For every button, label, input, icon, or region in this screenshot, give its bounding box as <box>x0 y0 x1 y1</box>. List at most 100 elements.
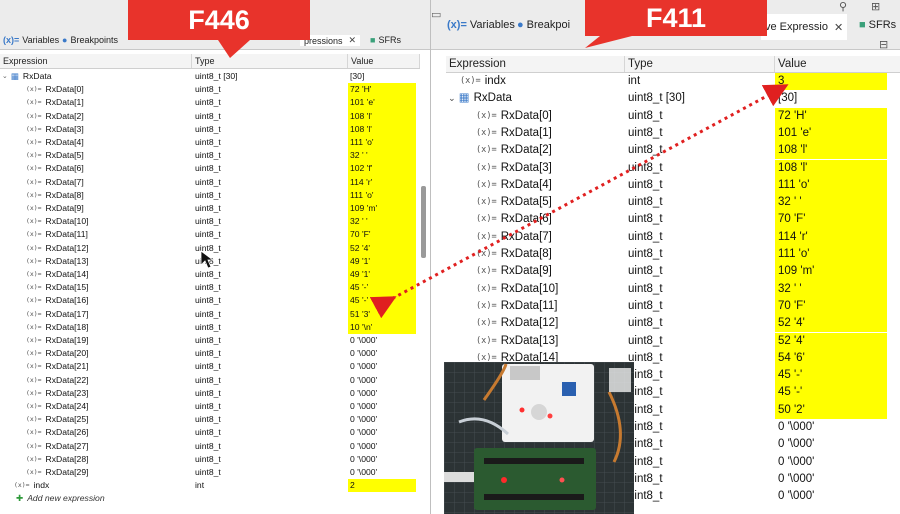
value-cell[interactable]: 51 '3' <box>348 307 416 321</box>
value-cell[interactable]: 0 '\000' <box>348 440 416 453</box>
value-cell[interactable]: 109 'm' <box>348 202 416 216</box>
table-row[interactable]: (x)= RxData[25] uint8_t 0 '\000' <box>0 413 416 426</box>
table-row[interactable]: (x)= RxData[22] uint8_t 0 '\000' <box>0 374 416 387</box>
table-row[interactable]: (x)= RxData[15] uint8_t 45 '-' <box>0 281 416 295</box>
value-cell[interactable]: [30] <box>775 90 887 107</box>
left-scrollbar[interactable] <box>421 186 426 258</box>
value-cell[interactable]: 70 'F' <box>348 228 416 242</box>
left-col-value[interactable]: Value <box>348 54 420 68</box>
table-row[interactable]: (x)= RxData[10] uint8_t 32 ' ' <box>446 280 887 298</box>
right-tab-sfrs[interactable]: ■ SFRs <box>859 19 896 31</box>
table-row[interactable]: (x)= RxData[29] uint8_t 0 '\000' <box>0 466 416 479</box>
table-row[interactable]: (x)= RxData[0] uint8_t 72 'H' <box>0 83 416 97</box>
table-row[interactable]: (x)= RxData[1] uint8_t 101 'e' <box>446 124 887 143</box>
table-row[interactable]: (x)= RxData[5] uint8_t 32 ' ' <box>0 149 416 163</box>
table-row[interactable]: (x)= RxData[6] uint8_t 70 'F' <box>446 211 887 229</box>
value-cell[interactable]: 0 '\000' <box>348 466 416 479</box>
value-cell[interactable]: 52 '4' <box>348 241 416 255</box>
value-cell[interactable]: 72 'H' <box>775 107 887 125</box>
table-row[interactable]: (x)= RxData[13] uint8_t 52 '4' <box>446 332 887 350</box>
table-row[interactable]: (x)= RxData[17] uint8_t 51 '3' <box>0 307 416 321</box>
table-row[interactable]: (x)= indx int 3 <box>446 73 887 91</box>
value-cell[interactable]: 0 '\000' <box>775 436 887 453</box>
right-tab-breakpoints[interactable]: ● Breakpoi <box>517 19 570 31</box>
table-row[interactable]: (x)= RxData[12] uint8_t 52 '4' <box>0 241 416 255</box>
value-cell[interactable]: 101 'e' <box>775 124 887 143</box>
value-cell[interactable]: 111 'o' <box>348 188 416 202</box>
table-row[interactable]: (x)= RxData[12] uint8_t 52 '4' <box>446 315 887 333</box>
table-row[interactable]: (x)= RxData[23] uint8_t 0 '\000' <box>0 387 416 400</box>
table-row[interactable]: (x)= RxData[4] uint8_t 111 'o' <box>446 176 887 195</box>
right-tab-variables[interactable]: (x)= Variables <box>447 19 515 31</box>
value-cell[interactable]: 3 <box>775 73 887 91</box>
left-tab-variables[interactable]: (x)= Variables <box>3 35 59 45</box>
value-cell[interactable]: 10 '\n' <box>348 320 416 334</box>
table-row[interactable]: (x)= RxData[20] uint8_t 0 '\000' <box>0 347 416 360</box>
value-cell[interactable]: 49 '1' <box>348 268 416 282</box>
value-cell[interactable]: 49 '1' <box>348 254 416 268</box>
table-row[interactable]: (x)= RxData[24] uint8_t 0 '\000' <box>0 400 416 413</box>
value-cell[interactable]: 70 'F' <box>775 297 887 316</box>
value-cell[interactable]: 45 '-' <box>348 294 416 308</box>
tree-group-row[interactable]: ⌄ ▦ RxData uint8_t [30] [30] <box>446 90 887 107</box>
table-row[interactable]: (x)= RxData[8] uint8_t 111 'o' <box>0 188 416 202</box>
value-cell[interactable]: 109 'm' <box>775 263 887 281</box>
value-cell[interactable]: 0 '\000' <box>775 454 887 471</box>
value-cell[interactable]: 50 '2' <box>775 401 887 419</box>
table-row[interactable]: (x)= RxData[5] uint8_t 32 ' ' <box>446 194 887 212</box>
table-row[interactable]: (x)= RxData[27] uint8_t 0 '\000' <box>0 440 416 453</box>
value-cell[interactable]: 0 '\000' <box>348 413 416 426</box>
table-row[interactable]: (x)= RxData[9] uint8_t 109 'm' <box>446 263 887 281</box>
left-col-type[interactable]: Type <box>192 54 348 68</box>
table-row[interactable]: (x)= RxData[2] uint8_t 108 'l' <box>446 142 887 160</box>
minimize-icon[interactable]: ▭ <box>431 8 441 21</box>
value-cell[interactable]: 114 'r' <box>348 175 416 189</box>
add-new-expression[interactable]: Add new expression <box>27 492 104 505</box>
close-icon[interactable]: ✕ <box>834 21 843 34</box>
value-cell[interactable]: 0 '\000' <box>348 360 416 373</box>
table-row[interactable]: (x)= RxData[3] uint8_t 108 'l' <box>446 159 887 177</box>
value-cell[interactable]: 32 ' ' <box>775 194 887 212</box>
right-col-type[interactable]: Type <box>625 56 775 72</box>
table-row[interactable]: (x)= RxData[10] uint8_t 32 ' ' <box>0 215 416 229</box>
table-row[interactable]: (x)= RxData[1] uint8_t 101 'e' <box>0 96 416 110</box>
table-row[interactable]: (x)= RxData[11] uint8_t 70 'F' <box>446 297 887 316</box>
table-row[interactable]: (x)= indx int 2 <box>0 479 416 493</box>
table-row[interactable]: (x)= RxData[7] uint8_t 114 'r' <box>0 175 416 189</box>
value-cell[interactable]: 72 'H' <box>348 83 416 97</box>
tree-group-row[interactable]: ⌄ ▦ RxData uint8_t [30] [30] <box>0 70 416 83</box>
table-row[interactable]: (x)= RxData[18] uint8_t 10 '\n' <box>0 320 416 334</box>
table-row[interactable]: ✚ Add new expression <box>0 492 192 505</box>
value-cell[interactable]: 0 '\000' <box>348 387 416 400</box>
value-cell[interactable]: 0 '\000' <box>348 400 416 413</box>
value-cell[interactable]: 2 <box>348 479 416 493</box>
value-cell[interactable]: 108 'l' <box>775 159 887 177</box>
value-cell[interactable]: 108 'l' <box>348 122 416 136</box>
value-cell[interactable]: 0 '\000' <box>348 426 416 439</box>
value-cell[interactable]: 102 'f' <box>348 162 416 176</box>
table-row[interactable]: (x)= RxData[6] uint8_t 102 'f' <box>0 162 416 176</box>
table-row[interactable]: (x)= RxData[9] uint8_t 109 'm' <box>0 202 416 216</box>
table-row[interactable]: (x)= RxData[16] uint8_t 45 '-' <box>0 294 416 308</box>
value-cell[interactable]: 111 'o' <box>775 176 887 195</box>
value-cell[interactable]: 32 ' ' <box>775 280 887 298</box>
table-row[interactable]: (x)= RxData[11] uint8_t 70 'F' <box>0 228 416 242</box>
table-row[interactable]: (x)= RxData[8] uint8_t 111 'o' <box>446 246 887 264</box>
value-cell[interactable]: 54 '6' <box>775 349 887 368</box>
table-row[interactable]: (x)= RxData[2] uint8_t 108 'l' <box>0 109 416 123</box>
search-icon[interactable]: ⚲ <box>839 0 847 13</box>
table-row[interactable]: (x)= RxData[4] uint8_t 111 'o' <box>0 136 416 150</box>
table-row[interactable]: (x)= RxData[3] uint8_t 108 'l' <box>0 122 416 136</box>
value-cell[interactable]: 52 '4' <box>775 332 887 350</box>
value-cell[interactable]: 0 '\000' <box>348 453 416 466</box>
value-cell[interactable]: 45 '-' <box>775 384 887 402</box>
table-row[interactable]: (x)= RxData[21] uint8_t 0 '\000' <box>0 360 416 373</box>
value-cell[interactable]: 0 '\000' <box>775 488 887 505</box>
table-row[interactable]: (x)= RxData[26] uint8_t 0 '\000' <box>0 426 416 439</box>
table-row[interactable]: (x)= RxData[19] uint8_t 0 '\000' <box>0 334 416 347</box>
chevron-down-icon[interactable]: ⌄ <box>448 90 456 107</box>
value-cell[interactable]: 0 '\000' <box>348 334 416 347</box>
value-cell[interactable]: 108 'l' <box>775 142 887 160</box>
collapse-all-icon[interactable]: ⊟ <box>879 38 888 51</box>
value-cell[interactable]: 45 '-' <box>775 367 887 385</box>
